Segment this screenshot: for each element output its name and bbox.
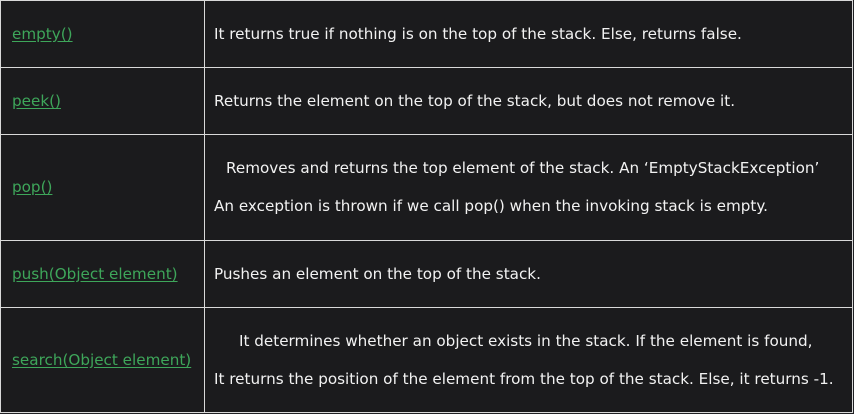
- method-cell: empty(): [0, 0, 205, 69]
- description-text: It determines whether an object exists i…: [239, 331, 813, 350]
- description-cell: Pushes an element on the top of the stac…: [204, 239, 853, 308]
- method-cell: pop(): [0, 134, 205, 241]
- description-text: Removes and returns the top element of t…: [226, 159, 820, 178]
- stack-methods-table: empty() It returns true if nothing is on…: [0, 0, 853, 414]
- table-row: search(Object element) It determines whe…: [0, 306, 853, 414]
- method-link-push[interactable]: push(Object element): [12, 265, 178, 283]
- table-row: peek() Returns the element on the top of…: [0, 67, 853, 136]
- description-cell: It returns true if nothing is on the top…: [204, 0, 853, 69]
- method-link-pop[interactable]: pop(): [12, 178, 52, 196]
- table-row: pop() Removes and returns the top elemen…: [0, 134, 853, 241]
- description-text: An exception is thrown if we call pop() …: [214, 197, 768, 216]
- table-row: empty() It returns true if nothing is on…: [0, 0, 853, 69]
- description-cell: Returns the element on the top of the st…: [204, 67, 853, 136]
- description-text: It returns true if nothing is on the top…: [214, 24, 742, 43]
- description-cell: Removes and returns the top element of t…: [204, 134, 853, 241]
- description-text: Pushes an element on the top of the stac…: [214, 264, 541, 283]
- method-link-search[interactable]: search(Object element): [12, 351, 191, 369]
- method-link-empty[interactable]: empty(): [12, 25, 73, 43]
- method-cell: push(Object element): [0, 239, 205, 308]
- description-text: Returns the element on the top of the st…: [214, 92, 736, 111]
- method-link-peek[interactable]: peek(): [12, 92, 61, 110]
- method-cell: search(Object element): [0, 306, 205, 414]
- table-row: push(Object element) Pushes an element o…: [0, 239, 853, 308]
- description-cell: It determines whether an object exists i…: [204, 306, 853, 414]
- method-cell: peek(): [0, 67, 205, 136]
- description-text: It returns the position of the element f…: [214, 369, 834, 388]
